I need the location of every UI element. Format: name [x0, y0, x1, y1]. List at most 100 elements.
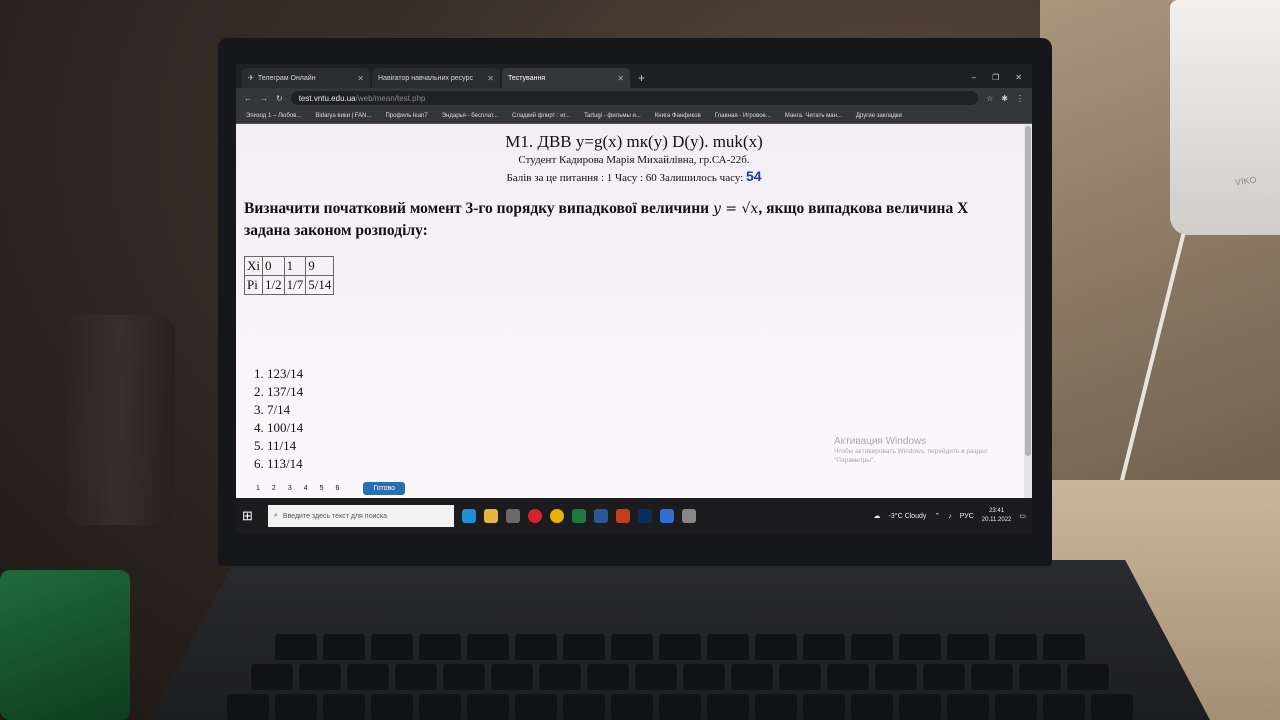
powerpoint-icon[interactable] [616, 509, 630, 523]
bookmark-item[interactable]: Профиль lean7 [385, 113, 427, 119]
address-bar-row: ← → ↻ test.vntu.edu.ua/web/mean/test.php… [236, 88, 1032, 108]
pager-item[interactable]: 3 [288, 485, 292, 492]
close-icon[interactable]: ✕ [617, 74, 624, 83]
bookmark-item[interactable]: Другие закладки [856, 113, 902, 119]
watermark-text: "Параметры". [834, 457, 876, 464]
back-icon[interactable]: ← [244, 94, 252, 103]
tab-testing[interactable]: Тестування ✕ [502, 68, 630, 88]
forward-icon[interactable]: → [260, 94, 268, 103]
tab-bar: ✈ Телеграм Онлайн ✕ Навігатор навчальних р… [236, 64, 1032, 88]
background-bottle [65, 315, 175, 525]
bookmark-item[interactable]: Сладкий флирт : иг... [512, 113, 570, 119]
score-info: Балів за це питання : 1 Часу : 60 Залиши… [506, 172, 744, 184]
url-host: test.vntu.edu.ua [298, 93, 356, 103]
table-cell: 1/2 [262, 275, 285, 295]
close-icon[interactable]: ✕ [487, 74, 494, 83]
excel-icon[interactable] [572, 509, 586, 523]
done-button[interactable]: Готово [363, 482, 406, 495]
notification-icon[interactable]: ▭ [1019, 512, 1026, 520]
watermark-title: Активация Windows [834, 436, 927, 447]
pager-item[interactable]: 4 [304, 485, 308, 492]
minimize-icon[interactable]: – [972, 73, 976, 82]
system-tray: ☁ -3°C Cloudy ⌃ ♪ РУС 23:41 20.11.2022 ▭ [874, 507, 1026, 525]
pager-item[interactable]: 1 [256, 485, 260, 492]
pager-item[interactable]: 2 [272, 485, 276, 492]
url-input[interactable]: test.vntu.edu.ua/web/mean/test.php [290, 91, 979, 105]
pager-item[interactable]: 5 [320, 485, 324, 492]
answer-option[interactable]: 1. 123/14 [254, 365, 1032, 383]
test-page: М1. ДВВ y=g(x) mк(y) D(y). muk(x) Студен… [236, 124, 1032, 498]
taskbar-search-input[interactable]: ⌕ Введите здесь текст для поиска [268, 505, 454, 527]
power-socket [1170, 0, 1280, 235]
word-icon[interactable] [594, 509, 608, 523]
windows-start-icon[interactable]: ⊞ [242, 508, 260, 524]
question-pager: 1 2 3 4 5 6 Готово [256, 482, 406, 495]
app-icon[interactable] [660, 509, 674, 523]
telegram-icon: ✈ [248, 75, 254, 82]
timer-line: Балів за це питання : 1 Часу : 60 Залиши… [236, 168, 1032, 184]
opera-icon[interactable] [528, 509, 542, 523]
time-left: 54 [745, 168, 762, 184]
bookmark-item[interactable]: Tartugi - фильмы и... [584, 113, 641, 119]
tab-telegram[interactable]: ✈ Телеграм Онлайн ✕ [242, 68, 370, 88]
question-formula: y = √x [712, 201, 759, 217]
tab-label: Телеграм Онлайн [257, 74, 316, 82]
laptop-screen: ✈ Телеграм Онлайн ✕ Навігатор навчальних р… [236, 64, 1032, 534]
bookmarks-bar: Эпизод 1 – Любов... Bidarya вики | FAN..… [236, 108, 1032, 124]
url-path: /web/mean/test.php [355, 93, 426, 103]
green-object [0, 570, 130, 720]
close-window-icon[interactable]: ✕ [1015, 73, 1022, 82]
bookmark-item[interactable]: Эпизод 1 – Любов... [246, 113, 301, 119]
watermark-text: Чтобы активировать Windows, перейдите в … [834, 448, 988, 455]
menu-icon[interactable]: ⋮ [1016, 94, 1024, 103]
windows-activation-watermark: Активация Windows Чтобы активировать Win… [834, 436, 988, 465]
row-label-p: Pi [244, 275, 263, 295]
bookmark-item[interactable]: Bidarya вики | FAN... [315, 113, 371, 119]
scrollbar[interactable] [1024, 124, 1032, 498]
table-cell: 9 [305, 256, 335, 276]
weather-text[interactable]: -3°C Cloudy [889, 513, 927, 520]
search-icon: ⌕ [274, 512, 278, 519]
question-text: Визначити початковий момент 3-го порядку… [244, 198, 1002, 242]
tab-label: Навігатор навчальних ресурс [378, 74, 473, 82]
pager-item[interactable]: 6 [336, 485, 340, 492]
edge-icon[interactable] [462, 509, 476, 523]
table-cell: 1 [283, 256, 307, 276]
bookmark-item[interactable]: Эндарья - бесплат... [442, 113, 498, 119]
language-indicator[interactable]: РУС [960, 513, 974, 520]
bookmark-item[interactable]: Книга Фанфиков [655, 113, 701, 119]
question-part: Визначити початковий момент 3-го порядку… [244, 200, 710, 217]
bookmark-item[interactable]: Манга. Читать ман... [785, 113, 842, 119]
reload-icon[interactable]: ↻ [276, 94, 283, 103]
store-icon[interactable] [506, 509, 520, 523]
maximize-icon[interactable]: ❐ [992, 73, 999, 82]
search-placeholder: Введите здесь текст для поиска [282, 512, 387, 520]
file-explorer-icon[interactable] [484, 509, 498, 523]
clock-time: 23:41 [989, 508, 1005, 514]
scrollbar-thumb[interactable] [1025, 126, 1031, 456]
answer-option[interactable]: 3. 7/14 [254, 401, 1032, 419]
app-icon[interactable] [682, 509, 696, 523]
tab-label: Тестування [508, 74, 546, 82]
star-icon[interactable]: ☆ [986, 94, 993, 103]
volume-icon[interactable]: ♪ [948, 513, 952, 520]
windows-taskbar: ⊞ ⌕ Введите здесь текст для поиска ☁ -3°… [236, 498, 1032, 534]
answer-option[interactable]: 2. 137/14 [254, 383, 1032, 401]
table-cell: 0 [262, 256, 285, 276]
laptop-keyboard [150, 560, 1210, 720]
bookmark-item[interactable]: Главная - Игровое... [715, 113, 771, 119]
row-label-x: Xi [244, 256, 263, 276]
clock[interactable]: 23:41 20.11.2022 [982, 507, 1012, 525]
photoshop-icon[interactable] [638, 509, 652, 523]
distribution-table: Xi 0 1 9 Pi 1/2 1/7 5/14 [244, 256, 335, 295]
tab-navigator[interactable]: Навігатор навчальних ресурс ✕ [372, 68, 500, 88]
extensions-icon[interactable]: ✱ [1001, 94, 1008, 103]
chrome-icon[interactable] [550, 509, 564, 523]
new-tab-button[interactable]: + [632, 71, 651, 88]
answer-option[interactable]: 4. 100/14 [254, 419, 1032, 437]
cloud-icon: ☁ [873, 513, 881, 520]
close-icon[interactable]: ✕ [357, 74, 364, 83]
chevron-up-icon[interactable]: ⌃ [934, 512, 940, 520]
table-cell: 1/7 [283, 275, 307, 295]
page-title: М1. ДВВ y=g(x) mк(y) D(y). muk(x) [505, 132, 763, 151]
